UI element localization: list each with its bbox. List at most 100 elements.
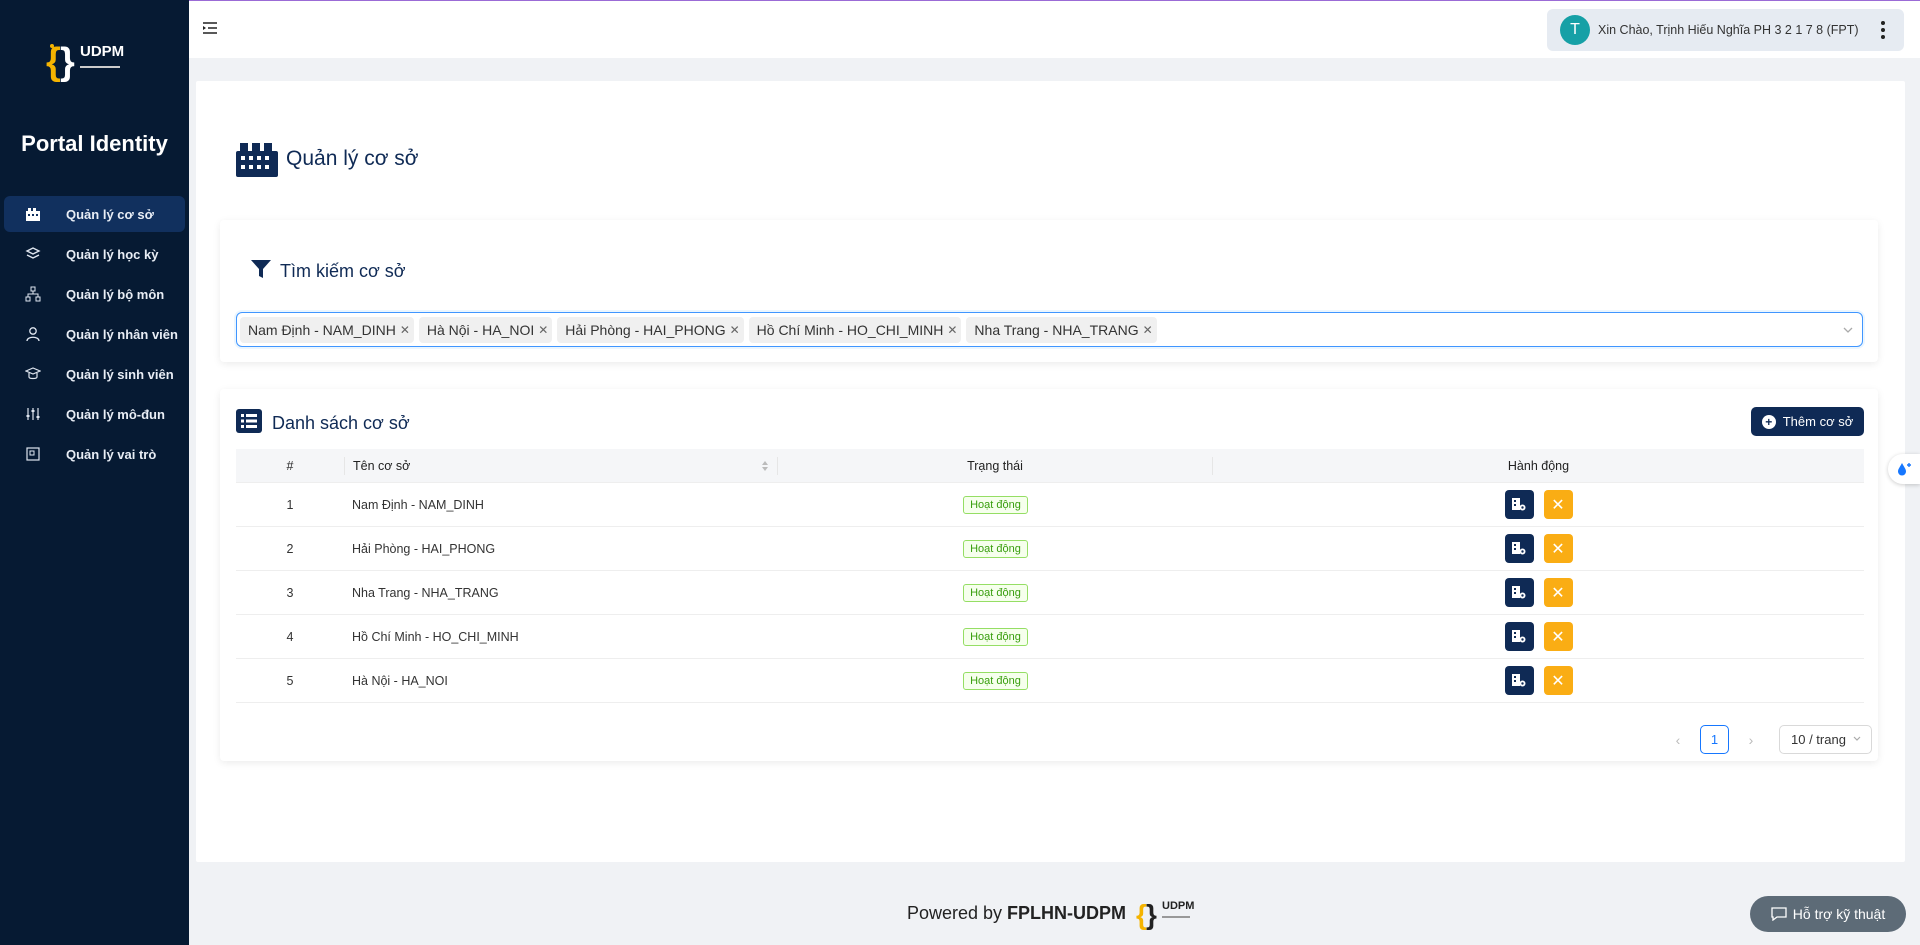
page-number[interactable]: 1 — [1700, 725, 1729, 754]
tag-close-icon[interactable]: ✕ — [1143, 323, 1153, 337]
list-card: Danh sách cơ sở + Thêm cơ sở # Tên cơ sở… — [220, 389, 1878, 761]
sidebar-item-mo-dun[interactable]: Quản lý mô-đun — [4, 396, 185, 432]
row-name: Hà Nội - HA_NOI — [352, 673, 448, 688]
add-facility-button[interactable]: + Thêm cơ sở — [1751, 407, 1864, 436]
sidebar-item-hoc-ky[interactable]: Quản lý học kỳ — [4, 236, 185, 272]
footer-logo-text: UDPM — [1162, 900, 1194, 912]
table-row: 2 Hải Phòng - HAI_PHONG Hoạt động ✕ — [236, 527, 1864, 571]
row-name: Nha Trang - NHA_TRANG — [352, 585, 499, 600]
top-header: T Xin Chào, Trịnh Hiếu Nghĩa PH 3 2 1 7 … — [189, 1, 1920, 58]
user-menu[interactable]: T Xin Chào, Trịnh Hiếu Nghĩa PH 3 2 1 7 … — [1547, 9, 1904, 51]
delete-icon[interactable]: ✕ — [1543, 578, 1573, 607]
add-button-label: Thêm cơ sở — [1782, 414, 1854, 429]
column-header-status: Trạng thái — [778, 456, 1213, 475]
column-header-label: Tên cơ sở — [353, 458, 411, 473]
location-multiselect[interactable]: Nam Định - NAM_DINH ✕ Hà Nội - HA_NOI ✕ Hả… — [236, 312, 1863, 347]
page-size-select[interactable]: 10 / trang — [1779, 725, 1872, 754]
footer-brand: FPLHN-UDPM — [1007, 902, 1127, 923]
page-title: Quản lý cơ sở — [286, 147, 419, 170]
column-header-name[interactable]: Tên cơ sở — [344, 456, 778, 475]
row-name: Nam Định - NAM_DINH — [352, 497, 484, 512]
table-row: 3 Nha Trang - NHA_TRANG Hoạt động ✕ — [236, 571, 1864, 615]
building-icon — [236, 141, 278, 177]
row-index: 4 — [286, 629, 294, 644]
delete-icon[interactable]: ✕ — [1543, 490, 1573, 519]
search-card: Tìm kiếm cơ sở Nam Định - NAM_DINH ✕ Hà N… — [220, 220, 1878, 362]
user-greeting: Xin Chào, Trịnh Hiếu Nghĩa PH 3 2 1 7 8 … — [1598, 23, 1859, 37]
status-badge: Hoạt động — [963, 583, 1028, 602]
sidebar-item-label: Quản lý mô-đun — [66, 406, 165, 422]
sidebar-item-bo-mon[interactable]: Quản lý bộ môn — [4, 276, 185, 312]
sidebar-item-co-so[interactable]: Quản lý cơ sở — [4, 196, 185, 232]
row-index: 3 — [286, 585, 294, 600]
sidebar-item-vai-tro[interactable]: Quản lý vai trò — [4, 436, 185, 472]
department-icon — [24, 285, 42, 303]
list-card-header: Danh sách cơ sở — [236, 409, 410, 438]
svg-text:}: } — [1146, 899, 1157, 930]
udpm-logo: { } UDPM — [44, 36, 140, 92]
edit-facility-icon[interactable] — [1504, 578, 1534, 607]
filter-icon — [250, 258, 280, 285]
search-card-title: Tìm kiếm cơ sở — [280, 261, 406, 281]
table-row: 4 Hồ Chí Minh - HO_CHI_MINH Hoạt động ✕ — [236, 615, 1864, 659]
chat-icon — [1771, 907, 1787, 921]
role-icon — [24, 445, 42, 463]
list-card-title: Danh sách cơ sở — [272, 413, 410, 433]
search-card-header: Tìm kiếm cơ sở — [250, 258, 406, 285]
table-row: 5 Hà Nội - HA_NOI Hoạt động ✕ — [236, 659, 1864, 703]
tag-label: Nam Định - NAM_DINH — [248, 321, 396, 338]
sidebar-item-label: Quản lý học kỳ — [66, 246, 159, 262]
status-badge: Hoạt động — [963, 495, 1028, 514]
delete-icon[interactable]: ✕ — [1543, 622, 1573, 651]
chevron-down-icon[interactable] — [1842, 323, 1854, 335]
theme-droplet-icon[interactable] — [1888, 454, 1920, 484]
delete-icon[interactable]: ✕ — [1543, 666, 1573, 695]
sidebar: { } UDPM Portal Identity Quản lý cơ sở Q… — [0, 0, 189, 945]
more-vertical-icon[interactable] — [1876, 20, 1890, 40]
edit-facility-icon[interactable] — [1504, 666, 1534, 695]
tag-label: Nha Trang - NHA_TRANG — [974, 321, 1139, 338]
next-page-icon[interactable]: › — [1741, 732, 1761, 748]
tag-label: Hải Phòng - HAI_PHONG — [565, 321, 726, 338]
column-header-index: # — [286, 458, 294, 473]
status-badge: Hoạt động — [963, 671, 1028, 690]
row-index: 2 — [286, 541, 294, 556]
sidebar-item-sinh-vien[interactable]: Quản lý sinh viên — [4, 356, 185, 392]
tag-close-icon[interactable]: ✕ — [730, 323, 740, 337]
sidebar-item-label: Quản lý bộ môn — [66, 286, 165, 302]
row-name: Hải Phòng - HAI_PHONG — [352, 541, 496, 556]
row-index: 5 — [286, 673, 294, 688]
tech-support-button[interactable]: Hỗ trợ kỹ thuật — [1750, 896, 1906, 932]
avatar: T — [1560, 15, 1590, 45]
page-size-label: 10 / trang — [1791, 732, 1846, 747]
tag-close-icon[interactable]: ✕ — [538, 323, 548, 337]
page-header: Quản lý cơ sở — [236, 141, 419, 177]
selected-tag: Hà Nội - HA_NOI ✕ — [418, 316, 553, 343]
sidebar-item-label: Quản lý nhân viên — [66, 326, 178, 342]
tag-close-icon[interactable]: ✕ — [400, 323, 410, 337]
sidebar-item-label: Quản lý vai trò — [66, 446, 157, 462]
menu-toggle-icon[interactable] — [202, 21, 220, 39]
tag-close-icon[interactable]: ✕ — [947, 323, 957, 337]
svg-text:}: } — [60, 41, 75, 83]
chevron-down-icon — [1852, 732, 1862, 747]
sidebar-nav: Quản lý cơ sở Quản lý học kỳ Quản lý bộ … — [4, 196, 185, 476]
edit-facility-icon[interactable] — [1504, 622, 1534, 651]
main-content: Quản lý cơ sở Tìm kiếm cơ sở Nam Định - … — [196, 81, 1905, 862]
module-icon — [24, 405, 42, 423]
prev-page-icon[interactable]: ‹ — [1668, 732, 1688, 748]
sidebar-item-label: Quản lý sinh viên — [66, 366, 174, 382]
edit-facility-icon[interactable] — [1504, 490, 1534, 519]
edit-facility-icon[interactable] — [1504, 534, 1534, 563]
portal-title: Portal Identity — [21, 131, 168, 156]
status-badge: Hoạt động — [963, 627, 1028, 646]
status-badge: Hoạt động — [963, 539, 1028, 558]
delete-icon[interactable]: ✕ — [1543, 534, 1573, 563]
footer-powered-by: Powered by — [906, 902, 1003, 923]
footer: Powered by FPLHN-UDPM { } UDPM — [189, 896, 1920, 930]
sidebar-item-nhan-vien[interactable]: Quản lý nhân viên — [4, 316, 185, 352]
sort-icon[interactable] — [761, 460, 769, 472]
building-icon — [24, 205, 42, 223]
logo-text: UDPM — [80, 43, 124, 60]
sidebar-item-label: Quản lý cơ sở — [66, 206, 154, 222]
